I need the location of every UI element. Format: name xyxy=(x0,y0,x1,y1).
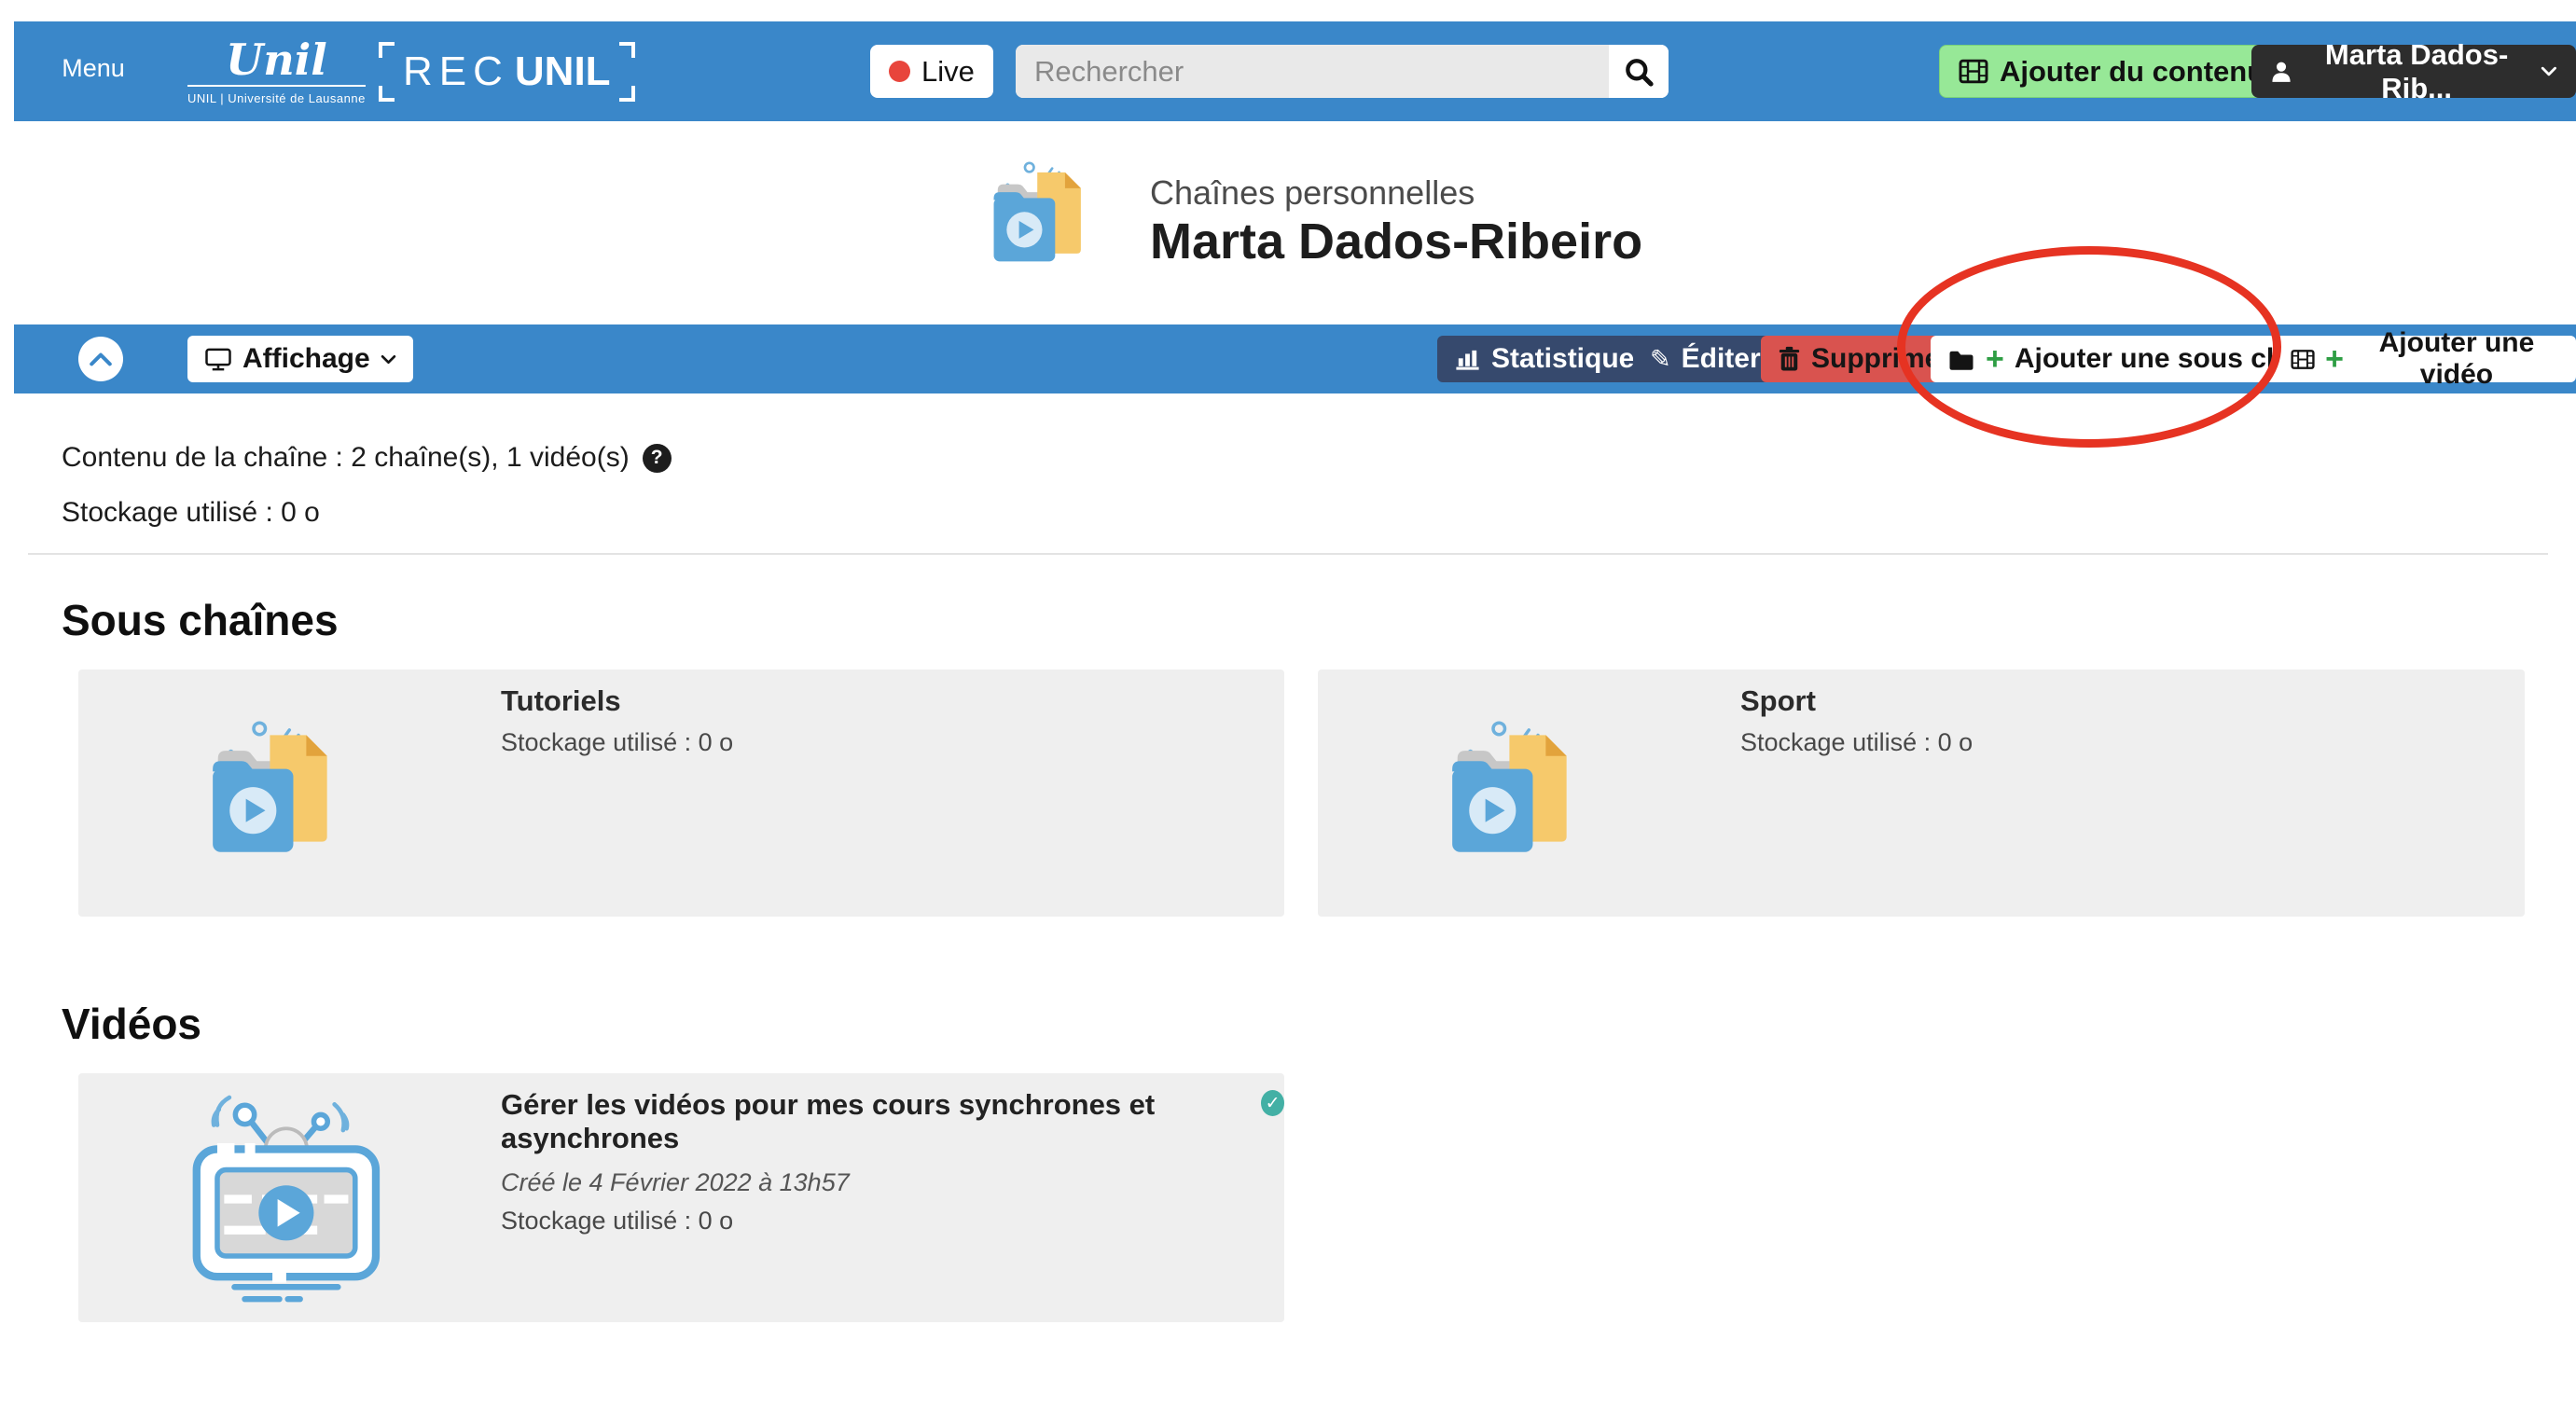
recunil-logo[interactable]: REC UNIL xyxy=(379,42,635,102)
videos-heading: Vidéos xyxy=(62,999,2576,1049)
page-title: Marta Dados-Ribeiro xyxy=(1150,213,1642,270)
film-icon xyxy=(1959,59,1988,84)
pencil-icon: ✎ xyxy=(1650,347,1671,372)
channel-folder-icon xyxy=(984,159,1116,272)
edit-label: Éditer xyxy=(1682,343,1761,375)
top-navbar: Menu Unil UNIL | Université de Lausanne … xyxy=(14,21,2576,121)
monitor-icon xyxy=(204,347,232,372)
subchannel-storage: Stockage utilisé : 0 o xyxy=(501,728,733,757)
user-menu-button[interactable]: Marta Dados-Rib... xyxy=(2251,45,2576,98)
content-count-text: Contenu de la chaîne : 2 chaîne(s), 1 vi… xyxy=(62,442,630,474)
edit-button[interactable]: ✎ Éditer xyxy=(1633,336,1778,382)
live-label: Live xyxy=(921,55,975,89)
page: Menu Unil UNIL | Université de Lausanne … xyxy=(0,0,2576,1408)
subchannel-card-tutoriels[interactable]: Tutoriels Stockage utilisé : 0 o xyxy=(78,669,1284,917)
affichage-dropdown[interactable]: Affichage xyxy=(187,336,413,382)
live-button[interactable]: Live xyxy=(870,45,993,98)
unil-logo[interactable]: Unil UNIL | Université de Lausanne xyxy=(187,36,366,105)
videos-list: Gérer les vidéos pour mes cours synchron… xyxy=(0,1073,2576,1322)
help-icon[interactable]: ? xyxy=(643,444,672,473)
video-title: Gérer les vidéos pour mes cours synchron… xyxy=(501,1088,1247,1155)
divider xyxy=(28,553,2548,555)
live-dot-icon xyxy=(889,61,910,82)
channel-kicker: Chaînes personnelles xyxy=(1150,173,1475,213)
search-bar xyxy=(1016,45,1669,98)
chevron-down-icon xyxy=(2541,65,2557,77)
add-video-label: Ajouter une vidéo xyxy=(2354,327,2559,391)
user-icon xyxy=(2270,59,2292,84)
video-card[interactable]: Gérer les vidéos pour mes cours synchron… xyxy=(78,1073,1284,1322)
subchannel-card-sport[interactable]: Sport Stockage utilisé : 0 o xyxy=(1318,669,2525,917)
bracket-corner xyxy=(619,86,635,102)
recunil-logo-rec: REC xyxy=(403,48,509,95)
recunil-logo-unil: UNIL xyxy=(515,48,611,95)
user-label: Marta Dados-Rib... xyxy=(2304,38,2529,105)
search-button[interactable] xyxy=(1609,45,1669,98)
unil-logo-script: Unil xyxy=(187,36,366,87)
search-icon xyxy=(1624,57,1654,87)
chevron-up-icon xyxy=(89,352,113,367)
video-storage: Stockage utilisé : 0 o xyxy=(501,1207,1284,1235)
folder-illustration-icon xyxy=(1442,707,1611,877)
subchannel-title: Sport xyxy=(1740,684,1973,718)
plus-icon: + xyxy=(2325,345,2344,373)
statistics-label: Statistiques xyxy=(1491,343,1650,375)
bracket-corner xyxy=(379,86,395,102)
menu-label: Menu xyxy=(53,54,133,83)
menu-button[interactable]: Menu xyxy=(53,35,133,83)
bracket-corner xyxy=(379,42,395,58)
folder-illustration-icon xyxy=(202,707,371,877)
bracket-corner xyxy=(619,42,635,58)
video-created-date: Créé le 4 Février 2022 à 13h57 xyxy=(501,1168,1284,1197)
channel-toolbar: Affichage Statistiques ✎ Éditer Supprime… xyxy=(14,324,2576,393)
folder-icon xyxy=(1947,348,1975,371)
add-video-button[interactable]: + Ajouter une vidéo xyxy=(2274,336,2576,382)
subchannel-title: Tutoriels xyxy=(501,684,733,718)
subchannels-heading: Sous chaînes xyxy=(62,595,2576,645)
film-icon xyxy=(2291,348,2315,371)
search-input[interactable] xyxy=(1016,45,1609,98)
add-content-label: Ajouter du contenu xyxy=(2000,55,2264,89)
subchannels-list: Tutoriels Stockage utilisé : 0 o Sport S… xyxy=(0,669,2576,917)
subchannel-storage: Stockage utilisé : 0 o xyxy=(1740,728,1973,757)
channel-summary: Contenu de la chaîne : 2 chaîne(s), 1 vi… xyxy=(62,442,2576,529)
storage-used-text: Stockage utilisé : 0 o xyxy=(62,497,2576,529)
unil-logo-caption: UNIL | Université de Lausanne xyxy=(187,91,366,105)
affichage-label: Affichage xyxy=(242,343,370,375)
check-circle-icon: ✓ xyxy=(1261,1090,1284,1116)
scroll-top-button[interactable] xyxy=(78,337,123,381)
trash-icon xyxy=(1778,346,1801,372)
chevron-down-icon xyxy=(381,353,396,366)
tv-illustration-icon xyxy=(183,1093,398,1305)
bar-chart-icon xyxy=(1454,348,1481,371)
channel-header: Chaînes personnelles Marta Dados-Ribeiro xyxy=(0,121,2576,324)
plus-icon: + xyxy=(1986,345,2004,373)
